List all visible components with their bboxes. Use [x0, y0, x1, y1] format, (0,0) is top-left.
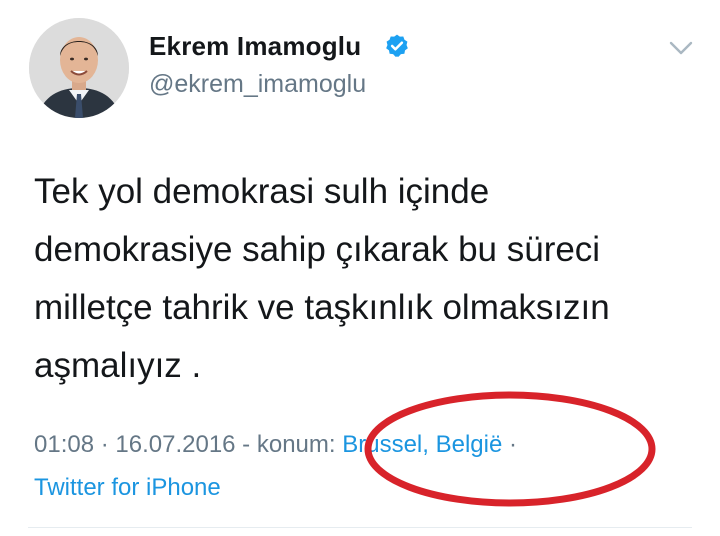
- verified-badge-icon: [386, 34, 408, 57]
- tweet-card: Ekrem Imamoglu @ekrem_imamoglu Tek yol d…: [0, 0, 720, 536]
- tweet-meta: 01:08 · 16.07.2016 - konum: Brussel, Bel…: [34, 431, 517, 459]
- tweet-location-link[interactable]: Brussel, België: [342, 431, 502, 458]
- tweet-time[interactable]: 01:08: [34, 431, 94, 458]
- author-avatar[interactable]: [29, 18, 129, 118]
- meta-separator: ·: [502, 431, 517, 458]
- tweet-date[interactable]: 16.07.2016: [115, 431, 235, 458]
- divider: [28, 527, 692, 528]
- tweet-text: Tek yol demokrasi sulh içinde demokrasiy…: [34, 172, 610, 385]
- meta-separator: -: [235, 431, 257, 458]
- tweet-source-link[interactable]: Twitter for iPhone: [34, 474, 221, 502]
- meta-separator: :: [328, 431, 343, 458]
- avatar-image: [29, 18, 129, 118]
- author-name[interactable]: Ekrem Imamoglu: [149, 31, 361, 62]
- location-label: konum: [256, 431, 329, 458]
- author-handle[interactable]: @ekrem_imamoglu: [149, 70, 366, 99]
- meta-separator: ·: [94, 431, 116, 458]
- chevron-down-icon[interactable]: [667, 38, 695, 58]
